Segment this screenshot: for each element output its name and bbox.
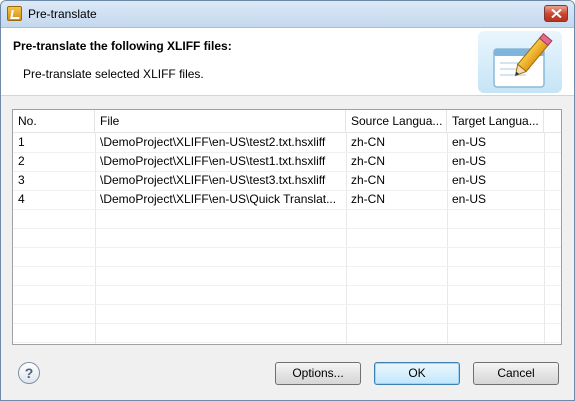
column-header-target-language[interactable]: Target Langua... bbox=[447, 110, 544, 132]
ok-button[interactable]: OK bbox=[374, 362, 460, 385]
empty-row bbox=[13, 323, 561, 343]
cell-file: \DemoProject\XLIFF\en-US\test1.txt.hsxli… bbox=[100, 154, 326, 168]
table-row[interactable]: 4 \DemoProject\XLIFF\en-US\Quick Transla… bbox=[13, 190, 561, 210]
cell-no: 2 bbox=[18, 154, 25, 168]
cell-source-language: zh-CN bbox=[351, 135, 386, 149]
window-title: Pre-translate bbox=[28, 7, 97, 21]
cell-target-language: en-US bbox=[452, 154, 487, 168]
column-header-file[interactable]: File bbox=[95, 110, 346, 132]
cell-file: \DemoProject\XLIFF\en-US\test3.txt.hsxli… bbox=[100, 173, 326, 187]
edit-pencil-icon bbox=[478, 31, 562, 93]
xliff-files-table[interactable]: No. File Source Langua... Target Langua.… bbox=[12, 109, 562, 345]
table-row[interactable]: 2 \DemoProject\XLIFF\en-US\test1.txt.hsx… bbox=[13, 152, 561, 172]
title-bar[interactable]: Pre-translate bbox=[1, 1, 574, 28]
empty-row bbox=[13, 285, 561, 305]
help-icon[interactable]: ? bbox=[18, 362, 40, 384]
cancel-button[interactable]: Cancel bbox=[473, 362, 559, 385]
column-header-source-language[interactable]: Source Langua... bbox=[346, 110, 447, 132]
cell-target-language: en-US bbox=[452, 173, 487, 187]
options-button[interactable]: Options... bbox=[275, 362, 361, 385]
header-description: Pre-translate selected XLIFF files. bbox=[23, 67, 204, 81]
dialog-header: Pre-translate the following XLIFF files:… bbox=[1, 28, 574, 96]
empty-row bbox=[13, 304, 561, 324]
cell-no: 3 bbox=[18, 173, 25, 187]
cell-source-language: zh-CN bbox=[351, 173, 386, 187]
empty-row bbox=[13, 266, 561, 286]
cell-source-language: zh-CN bbox=[351, 154, 386, 168]
cell-file: \DemoProject\XLIFF\en-US\test2.txt.hsxli… bbox=[100, 135, 326, 149]
cell-target-language: en-US bbox=[452, 192, 487, 206]
table-row[interactable]: 1 \DemoProject\XLIFF\en-US\test2.txt.hsx… bbox=[13, 133, 561, 153]
empty-row bbox=[13, 228, 561, 248]
empty-row bbox=[13, 247, 561, 267]
cell-target-language: en-US bbox=[452, 135, 487, 149]
empty-row bbox=[13, 209, 561, 229]
pre-translate-dialog: Pre-translate Pre-translate the followin… bbox=[0, 0, 575, 401]
cell-no: 4 bbox=[18, 192, 25, 206]
cell-no: 1 bbox=[18, 135, 25, 149]
table-header: No. File Source Langua... Target Langua.… bbox=[13, 110, 561, 133]
column-header-no[interactable]: No. bbox=[13, 110, 95, 132]
cell-file: \DemoProject\XLIFF\en-US\Quick Translat.… bbox=[100, 192, 337, 206]
header-title: Pre-translate the following XLIFF files: bbox=[13, 39, 232, 53]
app-logo-icon bbox=[7, 6, 22, 21]
close-icon bbox=[551, 9, 562, 18]
table-row[interactable]: 3 \DemoProject\XLIFF\en-US\test3.txt.hsx… bbox=[13, 171, 561, 191]
close-button[interactable] bbox=[544, 5, 568, 22]
cell-source-language: zh-CN bbox=[351, 192, 386, 206]
